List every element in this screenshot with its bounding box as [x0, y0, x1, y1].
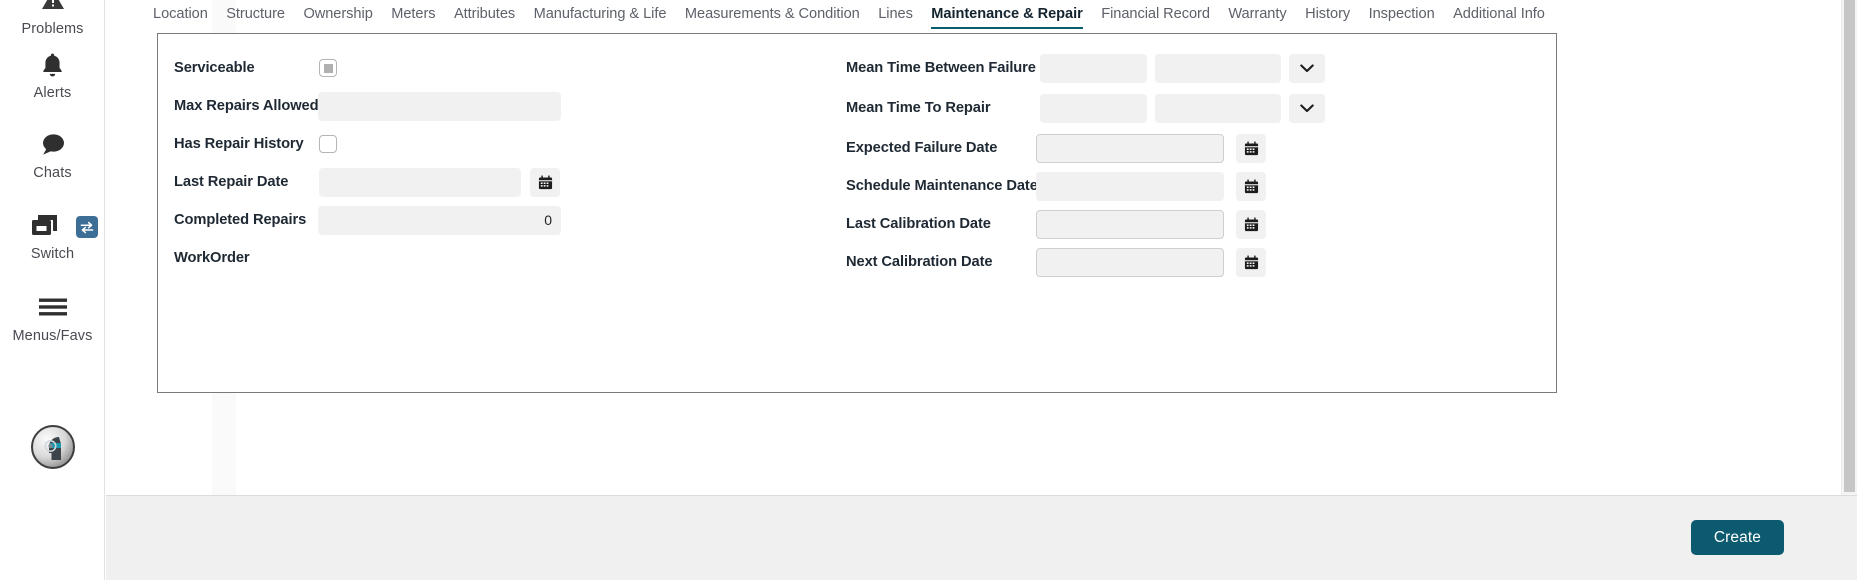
warning-icon	[0, 0, 105, 18]
main-content-area: Location Structure Ownership Meters Attr…	[106, 0, 1857, 580]
input-mttr-unit[interactable]	[1155, 93, 1281, 123]
label-workorder: WorkOrder	[174, 250, 250, 266]
label-serviceable: Serviceable	[174, 60, 255, 76]
left-navigation-rail: Problems Alerts Chats Switch Menus/Favs	[0, 0, 105, 580]
tab-inspection[interactable]: Inspection	[1369, 0, 1435, 29]
label-schedule-maintenance-date: Schedule Maintenance Date	[846, 178, 1038, 194]
swap-arrows-icon[interactable]	[76, 216, 98, 238]
input-expected-failure-date[interactable]	[1036, 133, 1224, 163]
switch-windows-icon	[0, 213, 105, 243]
rail-item-switch[interactable]: Switch	[0, 213, 105, 262]
rail-item-problems[interactable]: Problems	[0, 0, 105, 37]
user-avatar-icon[interactable]	[31, 425, 75, 469]
chevron-down-icon	[1300, 103, 1314, 113]
checkbox-has-repair-history[interactable]	[319, 135, 337, 153]
label-max-repairs-allowed: Max Repairs Allowed	[174, 98, 319, 114]
rail-item-alerts[interactable]: Alerts	[0, 52, 105, 101]
input-mtbf-value[interactable]	[1040, 53, 1147, 83]
rail-label-switch: Switch	[30, 246, 75, 262]
rail-label-problems: Problems	[21, 21, 84, 37]
tab-location[interactable]: Location	[153, 0, 208, 29]
rail-item-chats[interactable]: Chats	[0, 132, 105, 181]
tab-additional-info[interactable]: Additional Info	[1453, 0, 1545, 29]
calendar-icon	[1244, 141, 1259, 156]
schedule-maintenance-date-calendar-button[interactable]	[1236, 171, 1266, 201]
tab-measurements-condition[interactable]: Measurements & Condition	[685, 0, 860, 29]
label-mean-time-to-repair: Mean Time To Repair	[846, 100, 991, 116]
mtbf-dropdown-button[interactable]	[1289, 53, 1325, 83]
calendar-icon	[538, 175, 553, 190]
tab-warranty[interactable]: Warranty	[1228, 0, 1286, 29]
tab-attributes[interactable]: Attributes	[454, 0, 515, 29]
rail-item-menus-favs[interactable]: Menus/Favs	[0, 295, 105, 344]
next-calibration-date-calendar-button[interactable]	[1236, 247, 1266, 277]
tab-structure[interactable]: Structure	[226, 0, 285, 29]
tab-manufacturing-life[interactable]: Manufacturing & Life	[534, 0, 667, 29]
chevron-down-icon	[1300, 63, 1314, 73]
tab-ownership[interactable]: Ownership	[303, 0, 372, 29]
input-mtbf-unit[interactable]	[1155, 53, 1281, 83]
input-last-repair-date[interactable]	[319, 167, 521, 197]
label-completed-repairs: Completed Repairs	[174, 212, 307, 228]
tab-maintenance-repair[interactable]: Maintenance & Repair	[931, 0, 1084, 29]
label-next-calibration-date: Next Calibration Date	[846, 254, 993, 270]
tab-financial-record[interactable]: Financial Record	[1101, 0, 1210, 29]
rail-label-menus-favs: Menus/Favs	[12, 328, 93, 344]
mttr-dropdown-button[interactable]	[1289, 93, 1325, 123]
create-button[interactable]: Create	[1690, 520, 1784, 555]
bell-icon	[0, 52, 105, 82]
hamburger-menu-icon	[0, 295, 105, 325]
input-schedule-maintenance-date[interactable]	[1036, 171, 1224, 201]
input-last-calibration-date[interactable]	[1036, 209, 1224, 239]
tab-meters[interactable]: Meters	[391, 0, 435, 29]
input-mttr-value[interactable]	[1040, 93, 1147, 123]
label-has-repair-history: Has Repair History	[174, 136, 304, 152]
checkbox-serviceable[interactable]	[319, 59, 337, 77]
calendar-icon	[1244, 217, 1259, 232]
last-calibration-date-calendar-button[interactable]	[1236, 209, 1266, 239]
application-window: Problems Alerts Chats Switch Menus/Favs …	[0, 0, 1857, 580]
label-expected-failure-date: Expected Failure Date	[846, 140, 998, 156]
chat-bubble-icon	[0, 132, 105, 162]
rail-label-alerts: Alerts	[33, 85, 72, 101]
input-completed-repairs[interactable]	[318, 205, 561, 235]
rail-label-chats: Chats	[33, 165, 72, 181]
page-vertical-scrollbar[interactable]	[1841, 0, 1857, 495]
calendar-icon	[1244, 179, 1259, 194]
checkbox-indeterminate-mark	[323, 63, 333, 73]
input-max-repairs-allowed[interactable]	[318, 91, 561, 121]
calendar-icon	[1244, 255, 1259, 270]
tab-history[interactable]: History	[1305, 0, 1350, 29]
last-repair-date-calendar-button[interactable]	[530, 167, 560, 197]
label-mean-time-between-failure: Mean Time Between Failure	[846, 60, 1036, 76]
page-scrollbar-thumb[interactable]	[1844, 0, 1855, 492]
label-last-calibration-date: Last Calibration Date	[846, 216, 991, 232]
tab-bar: Location Structure Ownership Meters Attr…	[106, 0, 1831, 32]
footer-action-bar: Create	[106, 495, 1857, 580]
maintenance-repair-form-panel: Serviceable Max Repairs Allowed Has Repa…	[157, 33, 1557, 393]
expected-failure-date-calendar-button[interactable]	[1236, 133, 1266, 163]
tab-lines[interactable]: Lines	[878, 0, 913, 29]
label-last-repair-date: Last Repair Date	[174, 174, 289, 190]
input-next-calibration-date[interactable]	[1036, 247, 1224, 277]
inner-scroll-gap	[1831, 0, 1841, 495]
